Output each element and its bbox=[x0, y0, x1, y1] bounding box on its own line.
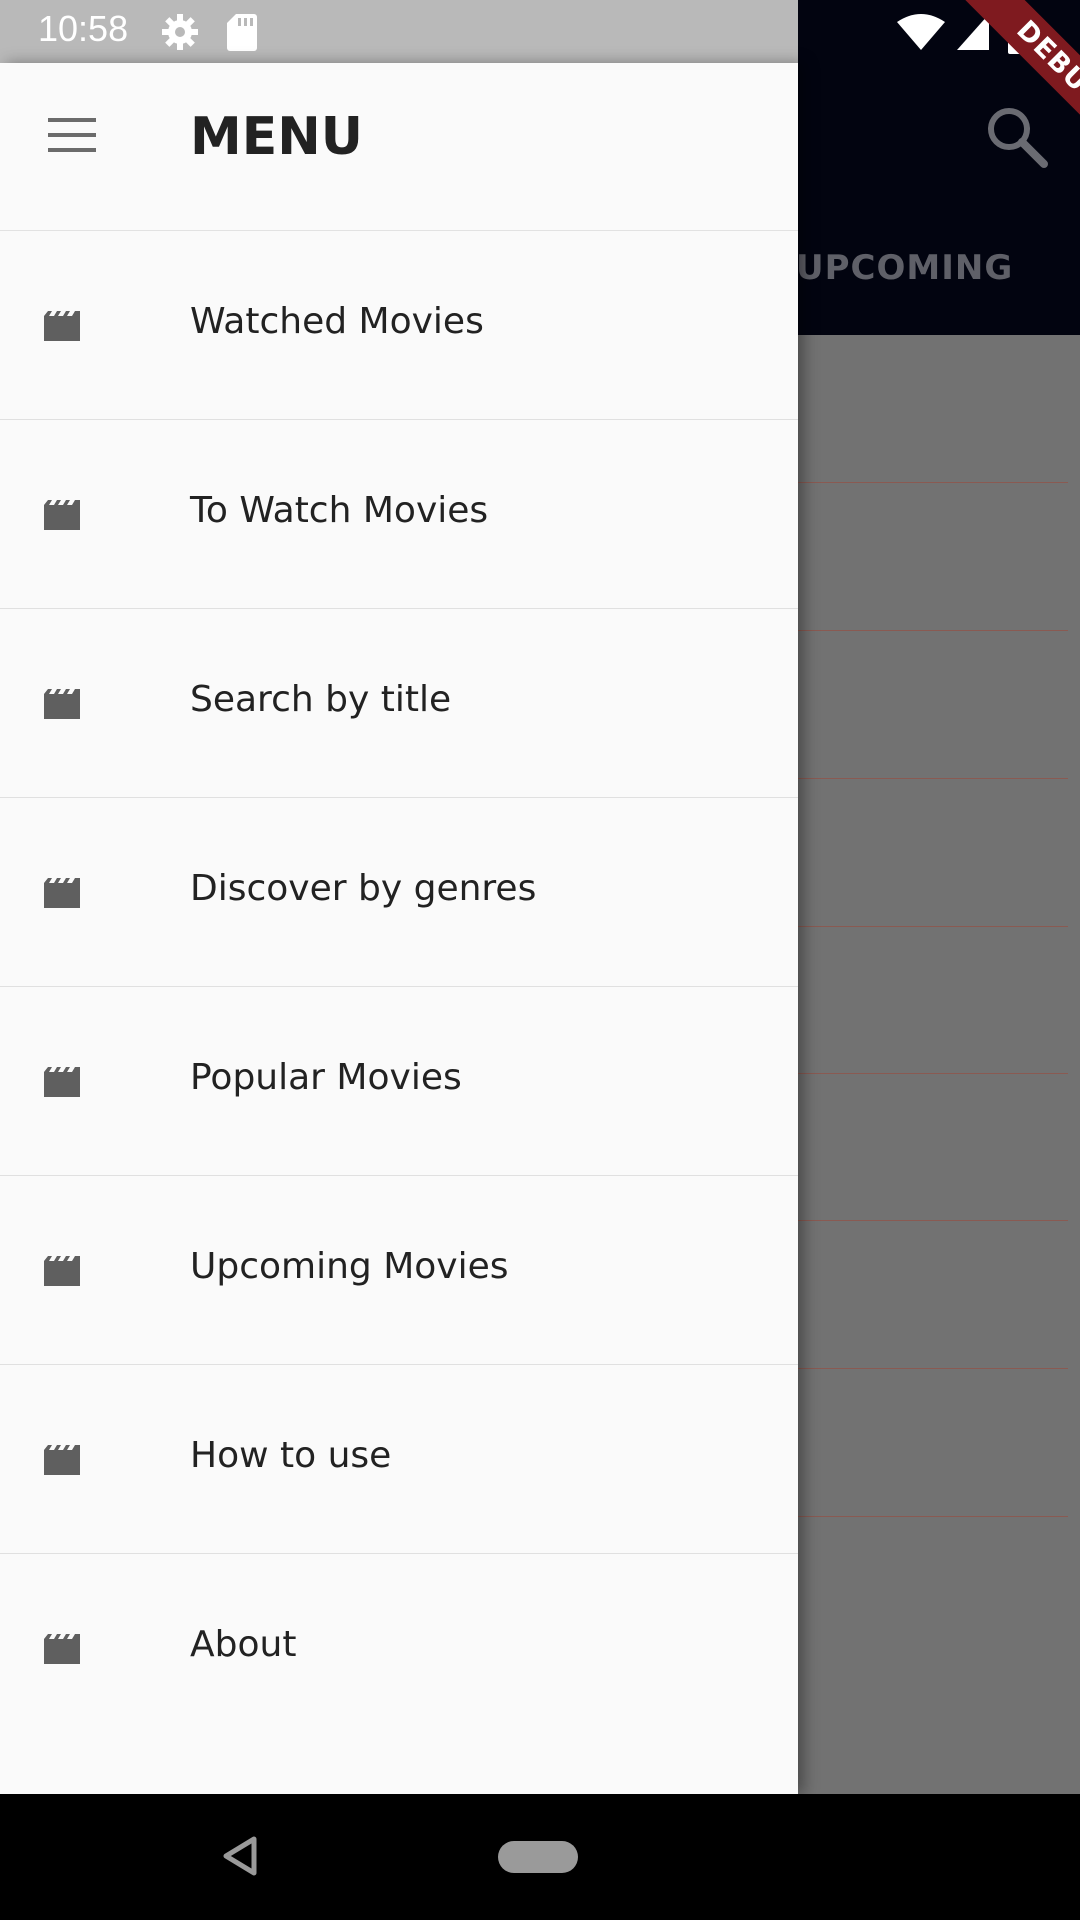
movie-clapper-icon bbox=[44, 878, 80, 908]
movie-clapper-icon bbox=[44, 689, 80, 719]
menu-item-label: To Watch Movies bbox=[190, 490, 489, 531]
home-pill[interactable] bbox=[498, 1841, 578, 1873]
wifi-icon bbox=[897, 14, 945, 50]
settings-icon bbox=[162, 14, 198, 50]
menu-item-label: Discover by genres bbox=[190, 868, 537, 909]
menu-item-discover-by-genres[interactable]: Discover by genres bbox=[0, 798, 798, 987]
drawer-header: MENU bbox=[0, 63, 798, 231]
menu-item-label: Upcoming Movies bbox=[190, 1246, 509, 1287]
movie-clapper-icon bbox=[44, 500, 80, 530]
movie-clapper-icon bbox=[44, 311, 80, 341]
clock: 10:58 bbox=[38, 8, 129, 49]
menu-item-watched-movies[interactable]: Watched Movies bbox=[0, 231, 798, 420]
back-icon[interactable] bbox=[222, 1836, 258, 1876]
search-icon bbox=[988, 108, 1048, 168]
menu-item-label: Search by title bbox=[190, 679, 452, 720]
movie-clapper-icon bbox=[44, 1634, 80, 1664]
menu-item-about[interactable]: About bbox=[0, 1554, 798, 1742]
hamburger-icon[interactable] bbox=[48, 118, 100, 160]
search-button[interactable] bbox=[978, 98, 1056, 176]
status-bar: 10:58 bbox=[0, 0, 1080, 63]
menu-item-upcoming-movies[interactable]: Upcoming Movies bbox=[0, 1176, 798, 1365]
menu-item-label: Watched Movies bbox=[190, 301, 484, 342]
menu-item-search-by-title[interactable]: Search by title bbox=[0, 609, 798, 798]
movie-clapper-icon bbox=[44, 1067, 80, 1097]
menu-item-to-watch-movies[interactable]: To Watch Movies bbox=[0, 420, 798, 609]
menu-item-label: About bbox=[190, 1624, 297, 1665]
menu-item-label: Popular Movies bbox=[190, 1057, 462, 1098]
drawer-title: MENU bbox=[190, 107, 364, 167]
sd-card-icon bbox=[227, 14, 257, 51]
menu-item-how-to-use[interactable]: How to use bbox=[0, 1365, 798, 1554]
menu-item-label: How to use bbox=[190, 1435, 392, 1476]
tab-upcoming[interactable]: UPCOMING bbox=[796, 248, 1013, 288]
movie-clapper-icon bbox=[44, 1256, 80, 1286]
menu-item-popular-movies[interactable]: Popular Movies bbox=[0, 987, 798, 1176]
navigation-drawer: MENU Watched Movies To Watch Movies Sear… bbox=[0, 63, 798, 1794]
movie-clapper-icon bbox=[44, 1445, 80, 1475]
